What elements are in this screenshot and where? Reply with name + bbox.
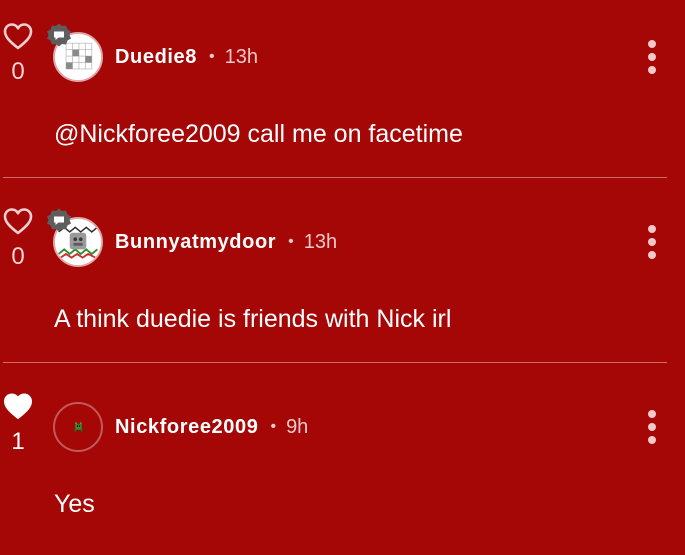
timestamp: 13h <box>224 45 258 68</box>
chat-bubble-badge-icon <box>47 208 71 232</box>
more-vertical-icon <box>648 40 656 48</box>
like-count: 1 <box>11 428 25 455</box>
user-avatar[interactable] <box>53 402 103 452</box>
more-options-button[interactable] <box>645 410 659 444</box>
comment-text: Yes <box>54 490 95 518</box>
comment-header: Duedie8 • 13h <box>115 44 258 70</box>
like-control[interactable]: 0 <box>0 185 38 270</box>
heart-filled-icon[interactable] <box>2 391 34 421</box>
heart-outline-icon[interactable] <box>2 206 34 236</box>
more-vertical-icon <box>648 225 656 233</box>
comment-item: 0 Duedie8 • 13h @Nickforee2009 call me o… <box>0 0 685 185</box>
comment-header: Bunnyatmydoor • 13h <box>115 229 337 255</box>
separator-dot: • <box>270 418 277 435</box>
username-link[interactable]: Nickforee2009 <box>115 416 258 439</box>
comment-header: Nickforee2009 • 9h <box>115 414 308 440</box>
username-link[interactable]: Duedie8 <box>115 46 197 69</box>
divider <box>3 362 667 363</box>
more-vertical-icon <box>648 410 656 418</box>
timestamp: 13h <box>303 230 338 253</box>
heart-outline-icon[interactable] <box>2 21 34 51</box>
chat-bubble-badge-icon <box>47 23 71 47</box>
more-options-button[interactable] <box>645 225 659 259</box>
comment-text: @Nickforee2009 call me on facetime <box>54 120 463 148</box>
separator-dot: • <box>288 233 294 250</box>
like-control[interactable]: 1 <box>0 370 38 455</box>
timestamp: 9h <box>286 415 309 438</box>
separator-dot: • <box>209 48 215 65</box>
comment-item: 1 Nickforee2009 • 9h Yes <box>0 370 685 555</box>
pixel-sprite-avatar-icon <box>74 422 83 432</box>
username-link[interactable]: Bunnyatmydoor <box>115 231 276 254</box>
divider <box>3 177 667 178</box>
like-count: 0 <box>11 243 25 270</box>
comment-text: A think duedie is friends with Nick irl <box>54 305 452 333</box>
comment-item: 0 Bunnyatmydoor • 13h A think duedie is … <box>0 185 685 370</box>
more-options-button[interactable] <box>645 40 659 74</box>
like-count: 0 <box>11 58 25 85</box>
like-control[interactable]: 0 <box>0 0 38 85</box>
